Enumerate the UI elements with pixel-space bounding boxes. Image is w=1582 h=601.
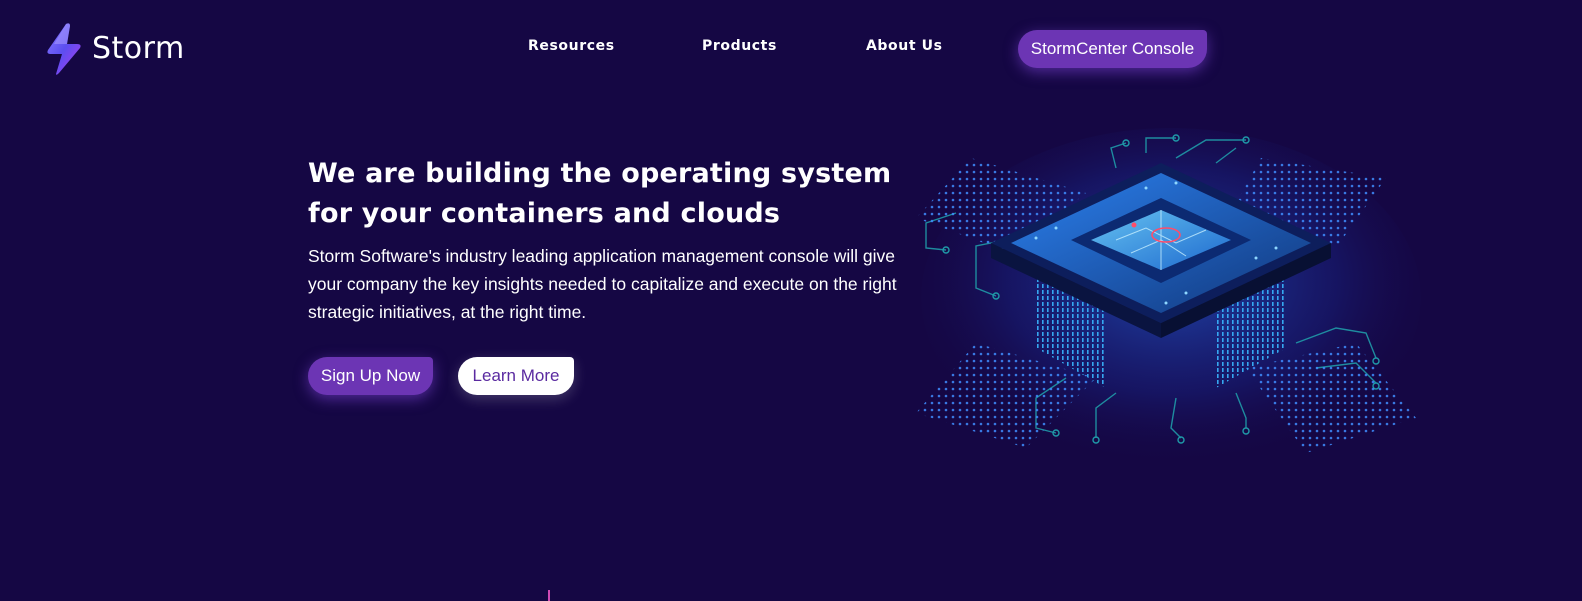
hero-description: Storm Software's industry leading applic… (308, 246, 897, 322)
learn-more-button[interactable]: Learn More (458, 357, 574, 395)
hero-headline: We are building the operating system for… (308, 158, 892, 229)
nav-resources[interactable]: Resources (528, 38, 615, 54)
scroll-indicator (548, 590, 550, 601)
nav-products[interactable]: Products (702, 38, 777, 54)
brand-logo[interactable]: Storm (42, 22, 185, 76)
sign-up-button[interactable]: Sign Up Now (308, 357, 433, 395)
brand-name: Storm (92, 31, 185, 66)
nav-about-us[interactable]: About Us (866, 38, 943, 54)
stormcenter-console-button[interactable]: StormCenter Console (1018, 30, 1207, 68)
cpu-chip-illustration (916, 128, 1421, 468)
lightning-bolt-icon (47, 23, 81, 75)
